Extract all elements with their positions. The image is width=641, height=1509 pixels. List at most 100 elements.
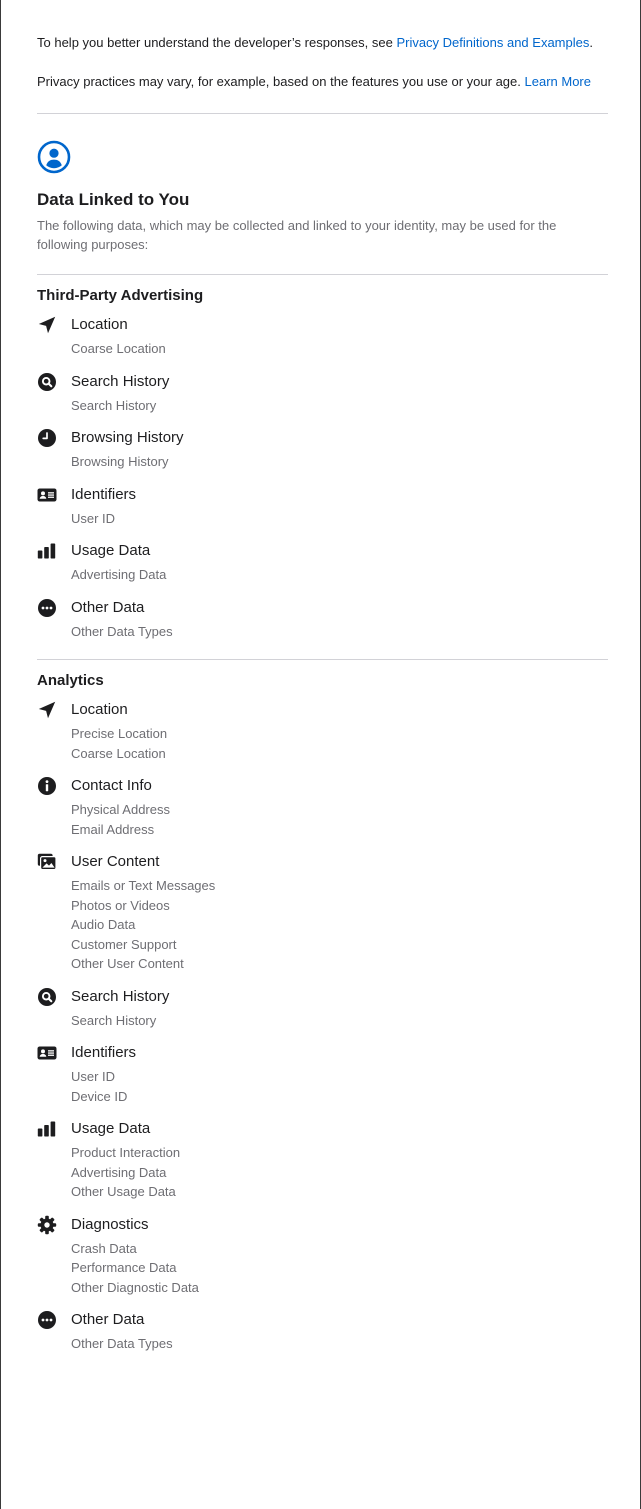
data-type-item: Other Data Other Data Types [37,1310,608,1354]
data-category: User ID [71,510,116,526]
gear-icon [37,1215,57,1234]
data-type-body: Other Data Other Data Types [71,598,608,642]
data-category: Coarse Location [71,745,166,761]
data-category: Browsing History [71,454,169,469]
data-category: Audio Data [71,917,136,932]
bar-chart-icon [37,543,56,559]
data-type-title: Identifiers [71,1044,137,1061]
data-type-list: Location Coarse Location Search History Sea… [37,315,608,641]
data-category: Crash Data [71,1240,137,1256]
page-frame: To help you better understand the develo… [0,0,641,1509]
data-type-title: Usage Data [71,542,151,559]
data-category: Coarse Location [71,341,166,356]
divider [37,113,608,114]
data-category-list: Browsing History [71,452,608,472]
data-category: Advertising Data [71,1164,167,1180]
data-category-list: User ID [71,509,608,529]
data-type-title: Identifiers [71,485,137,503]
data-type-body: User Content Emails or Text Messages Photo… [71,852,608,974]
data-type-body: Usage Data Product Interaction Advertising… [71,1119,608,1202]
divider [37,659,608,660]
data-category-list: Other Data Types [71,1334,608,1354]
data-category: Advertising Data [71,567,167,582]
data-type-title: Search History [71,372,170,390]
data-type-body: Location Coarse Location [71,315,608,359]
purpose-title: Third-Party Advertising [37,287,204,304]
info-circle-icon [38,777,56,795]
data-type-item: Diagnostics Crash Data Performance Data Oth… [37,1215,608,1298]
data-type-item: Contact Info Physical Address Email Addres… [37,776,608,839]
data-type-title: Location [71,316,128,333]
search-icon [38,987,56,1006]
data-type-body: Identifiers User ID [71,485,608,529]
data-type-item: User Content Emails or Text Messages Photo… [37,852,608,974]
data-type-item: Search History Search History [37,372,608,416]
learn-more-link[interactable]: Learn More [525,74,591,89]
purpose-groups: Third-Party Advertising Location Coarse Lo… [37,286,608,1354]
data-type-list: Location Precise Location Coarse Location C… [37,700,608,1354]
data-type-title: User Content [71,853,160,870]
data-type-body: Diagnostics Crash Data Performance Data Oth… [71,1215,608,1298]
privacy-definitions-link[interactable]: Privacy Definitions and Examples [396,35,589,50]
data-category: Other User Content [71,956,184,971]
data-type-item: Usage Data Product Interaction Advertising… [37,1119,608,1202]
data-category-list: User ID Device ID [71,1067,608,1106]
data-type-body: Search History Search History [71,987,608,1031]
data-type-body: Usage Data Advertising Data [71,541,608,585]
location-arrow-icon [38,316,56,334]
data-category-list: Product Interaction Advertising Data Other… [71,1143,608,1202]
intro-practices-text: Privacy practices may vary, for example,… [37,74,525,89]
data-category: Search History [71,397,157,413]
data-category-list: Physical Address Email Address [71,800,608,839]
data-category: Other Data Types [71,623,173,639]
data-category: Search History [71,1012,157,1028]
search-icon [38,372,56,391]
data-type-title: Search History [71,987,170,1005]
data-category-list: Search History [71,1011,608,1031]
person-circle-icon [37,140,71,174]
data-type-item: Location Coarse Location [37,315,608,359]
purpose-title: Analytics [37,672,104,689]
data-type-title: Location [71,701,128,718]
data-type-body: Browsing History Browsing History [71,428,608,472]
data-type-body: Contact Info Physical Address Email Addres… [71,776,608,839]
data-category-list: Advertising Data [71,565,608,585]
data-type-item: Identifiers User ID Device ID [37,1043,608,1106]
data-category-list: Other Data Types [71,622,608,642]
data-type-title: Diagnostics [71,1215,149,1233]
location-arrow-icon [38,701,56,719]
intro-definitions: To help you better understand the develo… [37,34,608,52]
data-type-body: Other Data Other Data Types [71,1310,608,1354]
bar-chart-icon [37,1121,56,1137]
data-type-item: Search History Search History [37,987,608,1031]
data-type-item: Browsing History Browsing History [37,428,608,472]
data-category-list: Coarse Location [71,339,608,359]
data-category: Other Usage Data [71,1184,176,1199]
data-type-item: Usage Data Advertising Data [37,541,608,585]
data-category: Product Interaction [71,1145,181,1160]
data-category: Photos or Videos [71,897,170,913]
privacy-content: To help you better understand the develo… [37,34,608,1354]
data-type-item: Other Data Other Data Types [37,598,608,642]
data-category: Other Diagnostic Data [71,1279,199,1295]
intro-period: . [589,35,593,50]
data-category: Device ID [71,1088,128,1104]
data-category: Email Address [71,821,155,837]
data-category-list: Crash Data Performance Data Other Diagnost… [71,1239,608,1298]
data-category: Precise Location [71,726,168,741]
data-type-body: Identifiers User ID Device ID [71,1043,608,1106]
data-type-item: Location Precise Location Coarse Location [37,700,608,763]
data-category-list: Precise Location Coarse Location [71,724,608,763]
section-title: Data Linked to You [37,190,190,209]
data-category: Physical Address [71,802,170,817]
data-type-title: Other Data [71,598,145,616]
data-category: User ID [71,1069,116,1084]
id-card-icon [37,488,57,501]
data-type-item: Identifiers User ID [37,485,608,529]
intro-text: To help you better understand the develo… [37,35,397,50]
purpose-group: Analytics Location Precise Location Coarse … [37,671,608,1354]
data-category: Other Data Types [71,1336,173,1351]
purpose-group: Third-Party Advertising Location Coarse Lo… [37,286,608,641]
clock-icon [38,429,56,447]
data-category: Customer Support [71,936,177,952]
